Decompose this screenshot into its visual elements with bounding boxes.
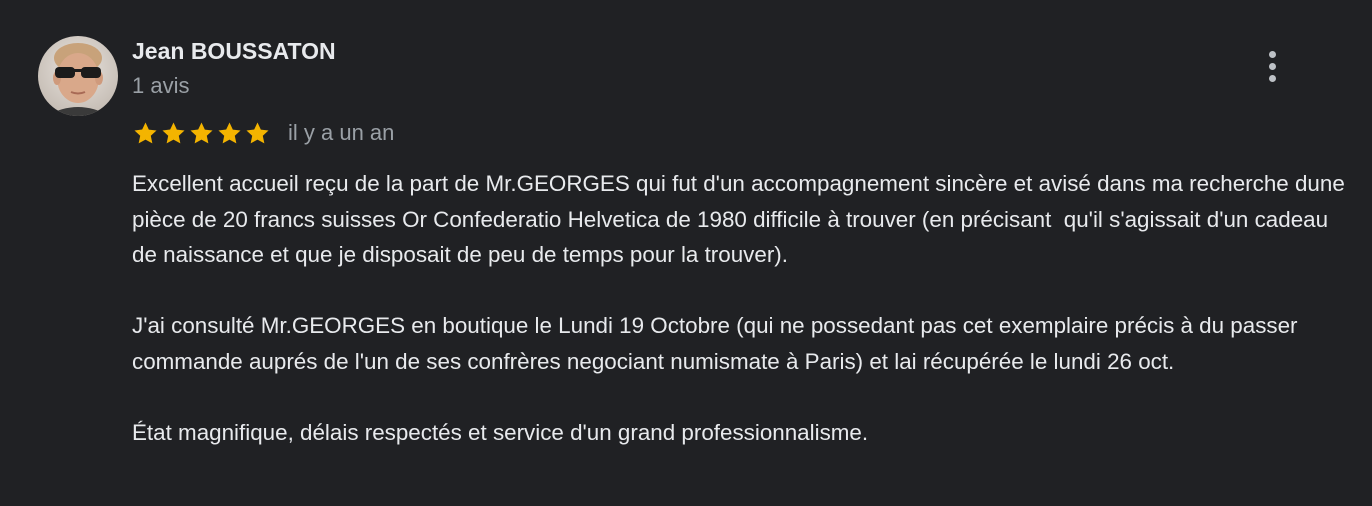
more-vert-icon [1268, 74, 1276, 82]
author-review-count[interactable]: 1 avis [132, 73, 189, 99]
more-vert-icon [1268, 62, 1276, 70]
star-icon [134, 121, 157, 143]
author-name[interactable]: Jean BOUSSATON [132, 38, 336, 65]
star-icon [162, 121, 185, 143]
author-avatar[interactable] [38, 36, 118, 116]
review-text: Excellent accueil reçu de la part de Mr.… [132, 166, 1347, 450]
star-icon [218, 121, 241, 143]
star-rating [132, 120, 271, 147]
review-date: il y a un an [288, 120, 395, 145]
review-paragraph: J'ai consulté Mr.GEORGES en boutique le … [132, 313, 1304, 374]
rating-row: il y a un an [132, 118, 394, 148]
star-icon [246, 121, 269, 143]
more-options-button[interactable] [1252, 44, 1292, 88]
review-paragraph: État magnifique, délais respectés et ser… [132, 419, 869, 445]
avatar-photo [38, 36, 118, 116]
review-paragraph: Excellent accueil reçu de la part de Mr.… [132, 171, 1352, 267]
review-card: Jean BOUSSATON 1 avis il y a un an Excel… [0, 0, 1372, 506]
more-vert-icon [1268, 50, 1276, 58]
star-icon [190, 121, 213, 143]
